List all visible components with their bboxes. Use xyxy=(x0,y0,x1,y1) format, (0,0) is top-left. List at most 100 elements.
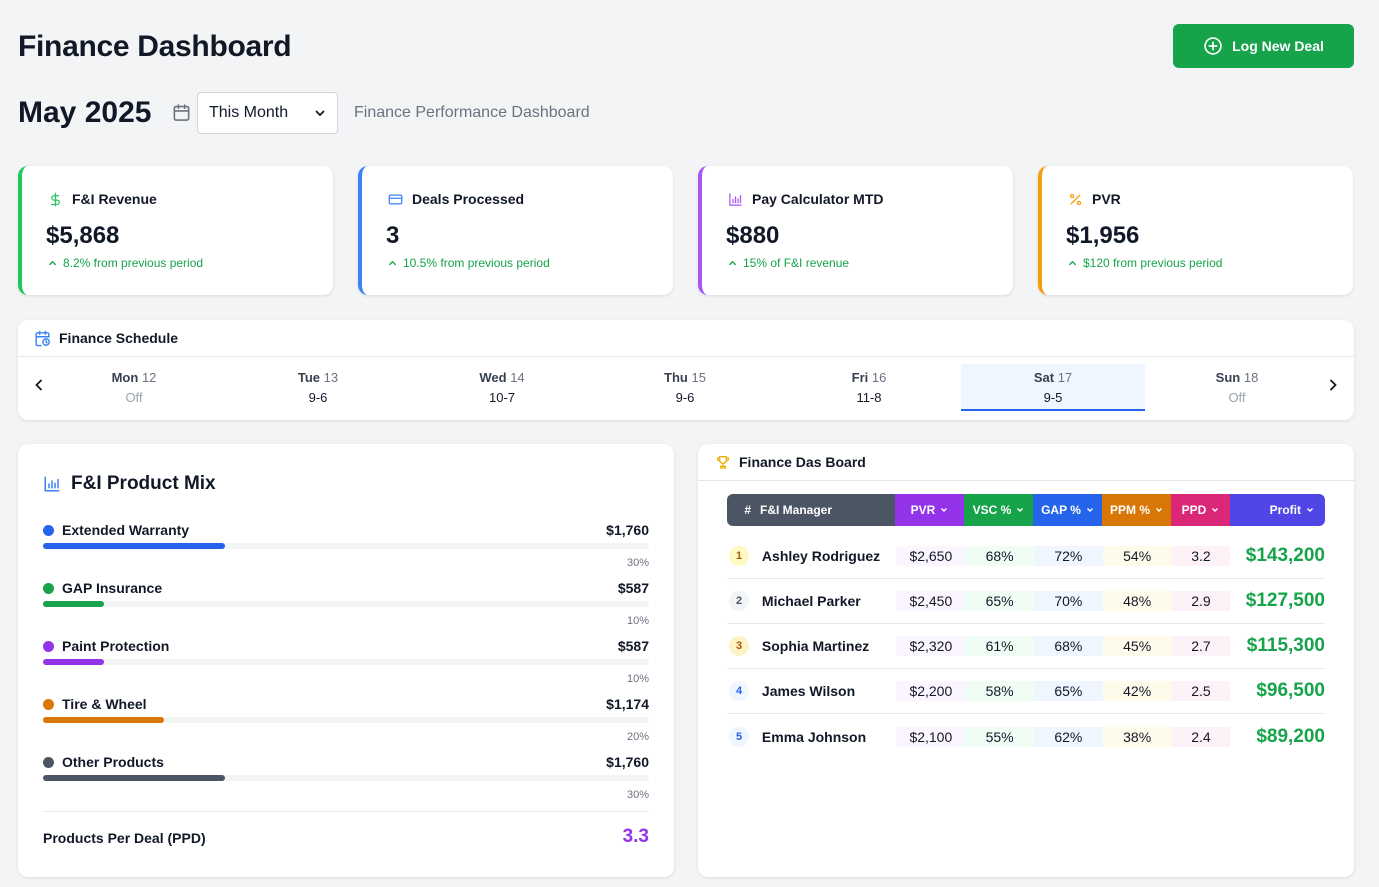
col-label: PVR xyxy=(910,503,936,517)
table-header: # F&I Manager PVR VSC % GAP % PPM % PPD … xyxy=(727,494,1325,526)
dollar-icon xyxy=(51,192,60,206)
schedule-day-mon[interactable]: Mon 12 Off xyxy=(42,364,226,411)
table-row[interactable]: 4 James Wilson $2,200 58% 65% 42% 2.5 $96,500 xyxy=(727,669,1325,714)
kpi-label: Pay Calculator MTD xyxy=(752,191,884,207)
trend-up-icon xyxy=(1068,260,1077,265)
schedule-day-sun[interactable]: Sun 18 Off xyxy=(1145,364,1329,411)
schedule-day-sat[interactable]: Sat 17 9-5 xyxy=(961,364,1145,411)
product-percent: 30% xyxy=(626,557,649,569)
rank-badge: 3 xyxy=(729,636,749,656)
pvr-cell: $2,320 xyxy=(896,636,966,656)
kpi-label: Deals Processed xyxy=(412,191,525,207)
table-row[interactable]: 5 Emma Johnson $2,100 55% 62% 38% 2.4 $89,200 xyxy=(727,714,1325,759)
col-profit[interactable]: Profit xyxy=(1230,494,1325,526)
log-new-deal-label: Log New Deal xyxy=(1232,38,1324,54)
schedule-day-thu[interactable]: Thu 15 9-6 xyxy=(593,364,777,411)
profit-cell: $143,200 xyxy=(1245,545,1325,566)
leaderboard-panel: Finance Das Board # F&I Manager PVR VSC … xyxy=(698,444,1354,877)
product-mix-title: F&I Product Mix xyxy=(71,473,216,494)
col-label: GAP % xyxy=(1041,503,1081,517)
progress-track xyxy=(43,775,649,781)
col-ppd[interactable]: PPD xyxy=(1171,494,1230,526)
day-number: 14 xyxy=(510,370,525,385)
chevron-down-icon xyxy=(315,110,325,117)
ppd-cell: 2.4 xyxy=(1171,726,1231,747)
table-row[interactable]: 3 Sophia Martinez $2,320 61% 68% 45% 2.7 $115,3… xyxy=(727,624,1325,669)
table-row[interactable]: 1 Ashley Rodriguez $2,650 68% 72% 54% 3.2 $143,… xyxy=(727,534,1325,579)
day-name: Sat xyxy=(1033,370,1055,385)
product-amount: $587 xyxy=(617,638,649,654)
table-row[interactable]: 2 Michael Parker $2,450 65% 70% 48% 2.9 $127,50… xyxy=(727,579,1325,624)
manager-name: Emma Johnson xyxy=(761,728,867,745)
col-manager: F&I Manager xyxy=(751,494,895,526)
period-select[interactable]: This Month xyxy=(197,92,338,134)
rank-badge: 2 xyxy=(729,591,749,611)
gap-cell: 70% xyxy=(1034,591,1103,611)
vsc-cell: 61% xyxy=(965,636,1034,656)
profit-cell: $89,200 xyxy=(1256,725,1325,747)
period-select-value: This Month xyxy=(209,104,289,121)
product-amount: $1,174 xyxy=(606,696,649,712)
product-percent: 10% xyxy=(626,615,649,627)
kpi-note: $120 from previous period xyxy=(1083,256,1223,270)
ppd-cell: 2.7 xyxy=(1171,636,1231,656)
leaderboard-title: Finance Das Board xyxy=(739,454,866,470)
kpi-value: $1,956 xyxy=(1066,222,1140,249)
month-title: May 2025 xyxy=(18,96,152,129)
finance-schedule: Finance Schedule Mon 12 Off Tue 13 9-6 W… xyxy=(18,320,1354,420)
progress-fill xyxy=(43,601,104,607)
col-gap[interactable]: GAP % xyxy=(1033,494,1102,526)
col-label: PPD xyxy=(1181,503,1207,517)
day-hours: 9-6 xyxy=(308,390,328,405)
day-name: Thu xyxy=(664,370,688,385)
ppd-label: Products Per Deal (PPD) xyxy=(43,830,206,846)
legend-dot xyxy=(43,582,54,594)
vsc-cell: 65% xyxy=(965,591,1034,611)
page-title: Finance Dashboard xyxy=(18,30,292,63)
progress-fill xyxy=(43,543,225,549)
kpi-note: 10.5% from previous period xyxy=(403,256,550,270)
chevron-down-icon xyxy=(1086,508,1093,512)
kpi-card-pay: Pay Calculator MTD $880 15% of F&I reven… xyxy=(698,166,1013,295)
col-ppm[interactable]: PPM % xyxy=(1102,494,1171,526)
product-name: Extended Warranty xyxy=(62,522,190,538)
product-mix-row: Tire & Wheel $1,174 20% xyxy=(43,696,649,743)
col-rank: # xyxy=(727,494,751,526)
legend-dot xyxy=(43,640,54,652)
chevron-down-icon xyxy=(1017,508,1024,512)
ppd-cell: 2.9 xyxy=(1171,591,1231,611)
log-new-deal-button[interactable]: Log New Deal xyxy=(1173,24,1354,68)
kpi-card-revenue: F&I Revenue $5,868 8.2% from previous pe… xyxy=(18,166,333,295)
gap-cell: 62% xyxy=(1034,726,1103,747)
bar-chart-icon xyxy=(729,192,742,206)
rank-badge: 1 xyxy=(729,546,749,566)
ppd-cell: 2.5 xyxy=(1171,681,1231,701)
col-pvr[interactable]: PVR xyxy=(895,494,964,526)
col-label: F&I Manager xyxy=(760,503,833,517)
col-vsc[interactable]: VSC % xyxy=(964,494,1033,526)
chevron-down-icon xyxy=(1212,508,1219,512)
day-number: 16 xyxy=(871,370,887,385)
pvr-cell: $2,100 xyxy=(896,726,966,747)
chevron-down-icon xyxy=(1156,508,1162,512)
progress-track xyxy=(43,659,649,665)
day-name: Mon xyxy=(111,370,139,385)
kpi-card-deals: Deals Processed 3 10.5% from previous pe… xyxy=(358,166,673,295)
kpi-note: 15% of F&I revenue xyxy=(743,256,850,270)
day-hours: 9-6 xyxy=(675,390,695,405)
product-percent: 10% xyxy=(626,673,649,685)
vsc-cell: 55% xyxy=(965,726,1034,747)
product-amount: $1,760 xyxy=(606,522,649,538)
pvr-cell: $2,650 xyxy=(896,546,966,566)
day-number: 13 xyxy=(323,370,339,385)
pvr-cell: $2,200 xyxy=(896,681,966,701)
schedule-day-wed[interactable]: Wed 14 10-7 xyxy=(410,364,594,411)
legend-dot xyxy=(43,524,54,536)
product-mix-row: Other Products $1,760 30% xyxy=(43,754,649,801)
product-amount: $1,760 xyxy=(606,754,649,770)
schedule-day-tue[interactable]: Tue 13 9-6 xyxy=(226,364,410,411)
schedule-day-fri[interactable]: Fri 16 11-8 xyxy=(777,364,961,411)
day-hours: 11-8 xyxy=(856,390,882,405)
manager-name: Michael Parker xyxy=(761,593,861,609)
product-name: Tire & Wheel xyxy=(62,696,147,712)
